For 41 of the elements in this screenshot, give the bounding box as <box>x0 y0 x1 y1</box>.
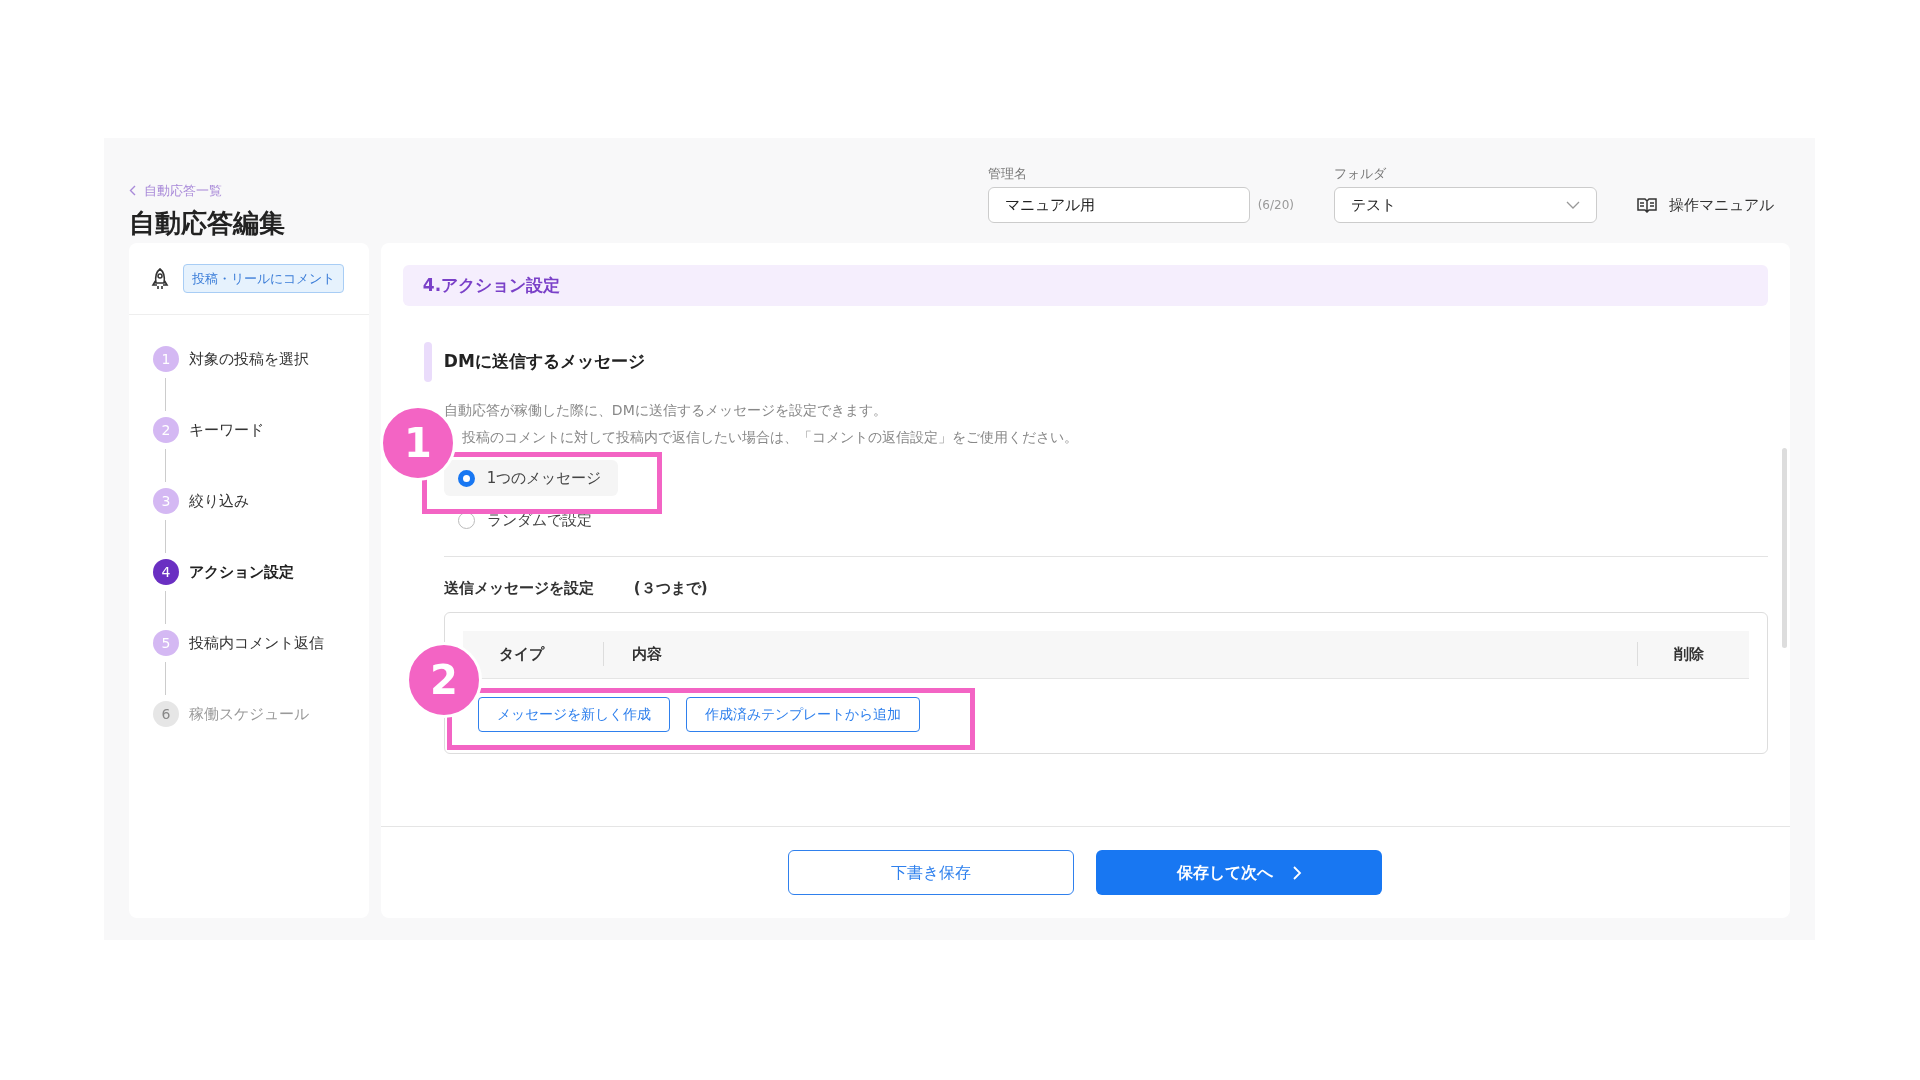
description-text: 自動応答が稼働した際に、DMに送信するメッセージを設定できます。 <box>443 401 888 420</box>
add-message-button[interactable]: 作成済みテンプレートから追加 <box>685 696 920 732</box>
rocket-icon <box>149 266 171 291</box>
field-label: 管理名 <box>987 164 1028 183</box>
folder-dropdown[interactable]: テスト <box>1334 187 1597 223</box>
step-link[interactable]: 投稿内コメント返信 <box>189 631 324 655</box>
chevron-right-icon <box>1292 865 1302 880</box>
column-header: 内容 <box>602 642 1637 666</box>
step-number: 1 <box>153 346 179 372</box>
step-link[interactable]: 対象の投稿を選択 <box>189 347 309 371</box>
chevron-left-icon <box>129 184 136 196</box>
field-label: フォルダ <box>1334 164 1387 183</box>
chevron-down-icon <box>1566 201 1580 209</box>
column-header: タイプ <box>497 643 546 665</box>
character-counter: (6/20) <box>1257 197 1294 214</box>
messages-limit: (３つまで) <box>633 578 708 599</box>
messages-label: 送信メッセージを設定 <box>443 578 594 599</box>
step-link[interactable]: 絞り込み <box>189 489 249 513</box>
description-text: 投稿のコメントに対して投稿内で返信したい場合は、「コメントの返信設定」をご使用ください。 <box>460 428 1079 447</box>
section-title: 4.アクション設定 <box>422 273 561 297</box>
subsection-title: DMに送信するメッセージ <box>443 350 645 374</box>
trigger-tag: 投稿・リールにコメント <box>183 263 344 294</box>
step-number: 3 <box>153 488 179 514</box>
column-header: 削除 <box>1637 642 1749 666</box>
step-number: 4 <box>153 559 179 585</box>
radio-option[interactable]: 1つのメッセージ <box>443 460 618 496</box>
add-message-button[interactable]: メッセージを新しく作成 <box>477 696 670 732</box>
radio-option[interactable]: ランダムで設定 <box>443 502 618 538</box>
step-number: 2 <box>153 417 179 443</box>
radio-button[interactable] <box>457 469 475 487</box>
draft-save-button[interactable]: 下書き保存 <box>788 850 1075 895</box>
step-number: 6 <box>153 701 179 727</box>
page-title: 自動応答編集 <box>129 207 285 240</box>
name-input-field[interactable]: マニュアル用 <box>987 187 1250 223</box>
save-next-button[interactable]: 保存して次へ <box>1096 850 1383 895</box>
step-link[interactable]: アクション設定 <box>189 560 294 584</box>
step-link[interactable]: キーワード <box>189 418 264 442</box>
accent-bar <box>423 342 432 382</box>
step-number: 5 <box>153 630 179 656</box>
manual-link[interactable]: 操作マニュアル <box>1637 187 1774 223</box>
book-icon <box>1637 197 1657 213</box>
